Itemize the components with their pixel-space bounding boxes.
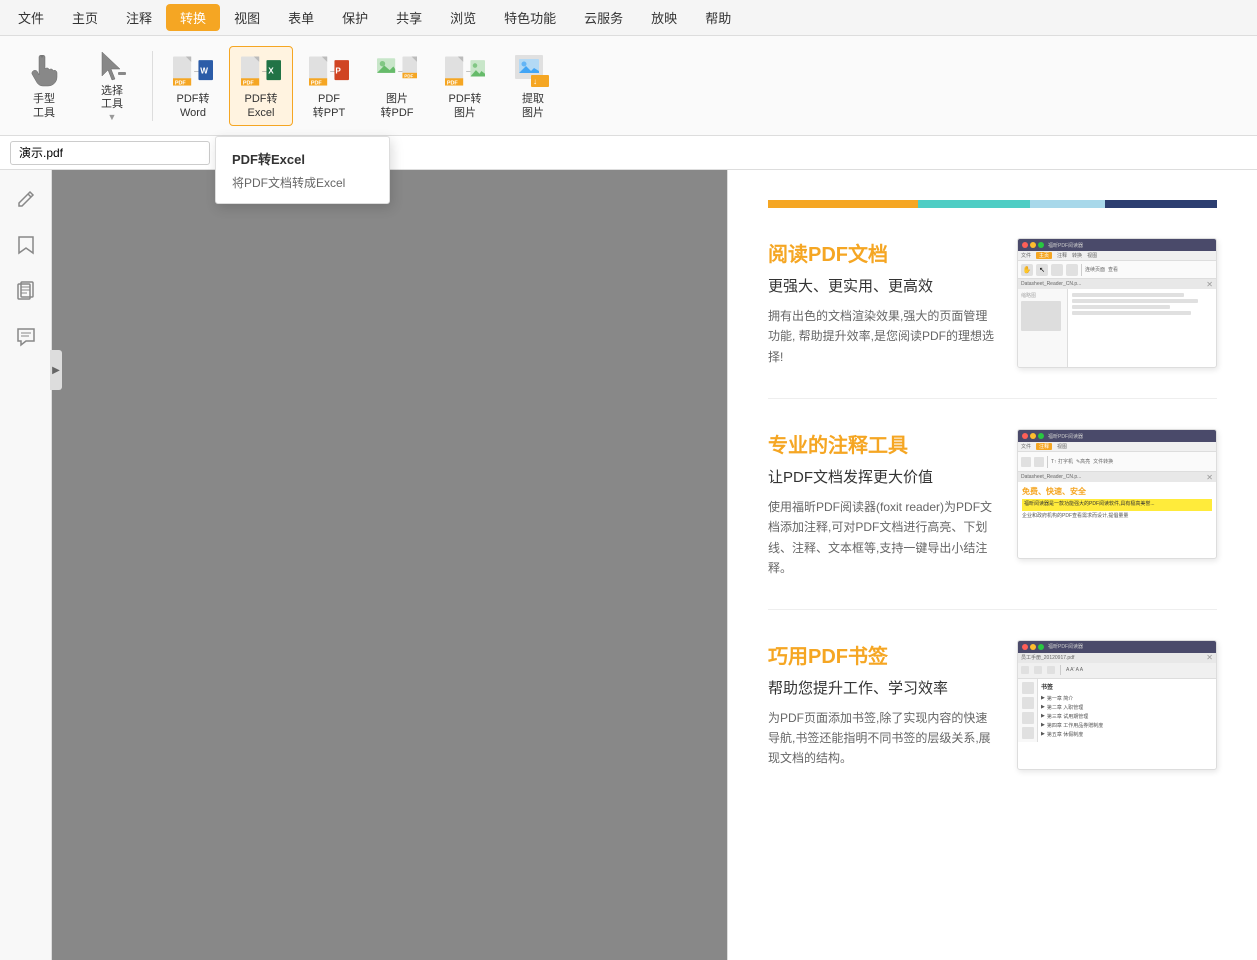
feature-bookmark-section: 巧用PDF书签 帮助您提升工作、学习效率 为PDF页面添加书签,除了实现内容的快… bbox=[768, 610, 1217, 800]
left-sidebar bbox=[0, 170, 52, 960]
pdf-to-ppt-button[interactable]: PDF → P PDF转PPT bbox=[297, 46, 361, 126]
extract-image-label: 提取图片 bbox=[522, 93, 544, 119]
toolbar-separator-1 bbox=[152, 51, 153, 121]
feature-bookmark-text: 巧用PDF书签 帮助您提升工作、学习效率 为PDF页面添加书签,除了实现内容的快… bbox=[768, 640, 997, 770]
menu-protect[interactable]: 保护 bbox=[328, 4, 382, 31]
feature-annotate-section: 专业的注释工具 让PDF文档发挥更大价值 使用福昕PDF阅读器(foxit re… bbox=[768, 399, 1217, 610]
menu-cloud[interactable]: 云服务 bbox=[570, 4, 637, 31]
menu-file[interactable]: 文件 bbox=[4, 4, 58, 31]
mini-filename2: 员工手册_20120917.pdf bbox=[1021, 654, 1206, 661]
pdf-image-icon: PDF → bbox=[445, 51, 485, 91]
pdf-excel-label: PDF转Excel bbox=[245, 93, 278, 119]
svg-text:PDF: PDF bbox=[447, 81, 459, 87]
feature-bookmark-subtitle: 帮助您提升工作、学习效率 bbox=[768, 677, 997, 698]
pdf-ppt-label: PDF转PPT bbox=[313, 93, 345, 119]
feature-read-section: 阅读PDF文档 更强大、更实用、更高效 拥有出色的文档渲染效果,强大的页面管理功… bbox=[768, 208, 1217, 399]
svg-text:PDF: PDF bbox=[175, 81, 187, 87]
hand-tool-label: 手型工具 bbox=[33, 93, 55, 119]
sidebar-collapse-button[interactable]: ▶ bbox=[50, 350, 62, 390]
main-area: ▶ 阅读PDF文档 更强大、更实用、更高效 拥有出色的文档渲染效果,强大的页面管… bbox=[0, 170, 1257, 960]
svg-text:P: P bbox=[335, 67, 341, 76]
image-pdf-label: 图片转PDF bbox=[381, 93, 414, 119]
svg-text:↓: ↓ bbox=[533, 77, 537, 86]
toolbar: 手型工具 选择工具 ▼ PDF → W PDF转Word bbox=[0, 36, 1257, 136]
tooltip-dropdown: PDF转Excel 将PDF文档转成Excel bbox=[215, 136, 390, 204]
pdf-image-label: PDF转图片 bbox=[449, 93, 482, 119]
document-content-area bbox=[52, 170, 727, 960]
select-tool-label: 选择工具 bbox=[101, 85, 123, 111]
svg-text:PDF: PDF bbox=[311, 81, 323, 87]
hand-icon bbox=[24, 51, 64, 91]
feature-bookmark-title: 巧用PDF书签 bbox=[768, 640, 997, 669]
menu-slideshow[interactable]: 放映 bbox=[637, 4, 691, 31]
feature-read-text: 阅读PDF文档 更强大、更实用、更高效 拥有出色的文档渲染效果,强大的页面管理功… bbox=[768, 238, 997, 368]
menu-feature[interactable]: 特色功能 bbox=[490, 4, 570, 31]
menu-help[interactable]: 帮助 bbox=[691, 4, 745, 31]
svg-text:W: W bbox=[200, 67, 208, 76]
bar-darkblue bbox=[1105, 200, 1217, 208]
feature-annotate-screenshot: 福昕PDF阅读器 文件 注释 视图 T↑ 打字机 ✎高亮 文件转换 Datash… bbox=[1017, 429, 1217, 559]
menu-browse[interactable]: 浏览 bbox=[436, 4, 490, 31]
bar-teal bbox=[918, 200, 1030, 208]
feature-annotate-subtitle: 让PDF文档发挥更大价值 bbox=[768, 466, 997, 487]
svg-text:X: X bbox=[268, 67, 274, 76]
menu-form[interactable]: 表单 bbox=[274, 4, 328, 31]
pdf-to-excel-button[interactable]: PDF → X PDF转Excel bbox=[229, 46, 293, 126]
pdf-to-word-button[interactable]: PDF → W PDF转Word bbox=[161, 46, 225, 126]
image-pdf-icon: → PDF bbox=[377, 51, 417, 91]
pdf-to-image-button[interactable]: PDF → PDF转图片 bbox=[433, 46, 497, 126]
sidebar-comment-button[interactable] bbox=[7, 318, 45, 356]
bar-lightblue bbox=[1030, 200, 1105, 208]
tooltip-description: 将PDF文档转成Excel bbox=[232, 174, 373, 191]
extract-image-button[interactable]: ↓ 提取图片 bbox=[501, 46, 565, 126]
menu-annotate[interactable]: 注释 bbox=[112, 4, 166, 31]
sidebar-bookmark-button[interactable] bbox=[7, 226, 45, 264]
menu-convert[interactable]: 转换 bbox=[166, 4, 220, 31]
right-feature-panel: 阅读PDF文档 更强大、更实用、更高效 拥有出色的文档渲染效果,强大的页面管理功… bbox=[727, 170, 1257, 960]
tooltip-title: PDF转Excel bbox=[232, 149, 373, 168]
feature-annotate-text: 专业的注释工具 让PDF文档发挥更大价值 使用福昕PDF阅读器(foxit re… bbox=[768, 429, 997, 579]
menu-bar: 文件 主页 注释 转换 视图 表单 保护 共享 浏览 特色功能 云服务 放映 帮… bbox=[0, 0, 1257, 36]
feature-read-title: 阅读PDF文档 bbox=[768, 238, 997, 267]
pdf-word-icon: PDF → W bbox=[173, 51, 213, 91]
feature-read-desc: 拥有出色的文档渲染效果,强大的页面管理功能, 帮助提升效率,是您阅读PDF的理想… bbox=[768, 306, 997, 367]
bar-orange bbox=[768, 200, 918, 208]
feature-read-subtitle: 更强大、更实用、更高效 bbox=[768, 275, 997, 296]
hand-tool-button[interactable]: 手型工具 bbox=[12, 46, 76, 126]
menu-home[interactable]: 主页 bbox=[58, 4, 112, 31]
select-icon bbox=[92, 50, 132, 84]
feature-annotate-title: 专业的注释工具 bbox=[768, 429, 997, 458]
pdf-word-label: PDF转Word bbox=[177, 93, 210, 119]
feature-bookmark-screenshot: 福昕PDF阅读器 员工手册_20120917.pdf ✕ A A' A A bbox=[1017, 640, 1217, 770]
extract-image-icon: ↓ bbox=[513, 51, 553, 91]
menu-share[interactable]: 共享 bbox=[382, 4, 436, 31]
pdf-ppt-icon: PDF → P bbox=[309, 51, 349, 91]
address-bar bbox=[0, 136, 1257, 170]
color-accent-bar bbox=[768, 200, 1217, 208]
sidebar-edit-button[interactable] bbox=[7, 180, 45, 218]
pdf-excel-icon: PDF → X bbox=[241, 51, 281, 91]
sidebar-pages-button[interactable] bbox=[7, 272, 45, 310]
feature-read-screenshot: 福昕PDF阅读器 文件 主页 注释 转换 视图 ✋ ↖ bbox=[1017, 238, 1217, 368]
select-tool-button[interactable]: 选择工具 ▼ bbox=[80, 46, 144, 126]
feature-bookmark-desc: 为PDF页面添加书签,除了实现内容的快速导航,书签还能指明不同书签的层级关系,展… bbox=[768, 708, 997, 769]
svg-text:PDF: PDF bbox=[404, 74, 413, 79]
image-to-pdf-button[interactable]: → PDF 图片转PDF bbox=[365, 46, 429, 126]
svg-text:PDF: PDF bbox=[243, 81, 255, 87]
feature-annotate-desc: 使用福昕PDF阅读器(foxit reader)为PDF文档添加注释,可对PDF… bbox=[768, 497, 997, 579]
mini-bookmark-section-title: 书签 bbox=[1041, 682, 1213, 691]
menu-view[interactable]: 视图 bbox=[220, 4, 274, 31]
filename-input[interactable] bbox=[10, 141, 210, 165]
mini-free-label: 免费、快速、安全 bbox=[1022, 486, 1212, 497]
